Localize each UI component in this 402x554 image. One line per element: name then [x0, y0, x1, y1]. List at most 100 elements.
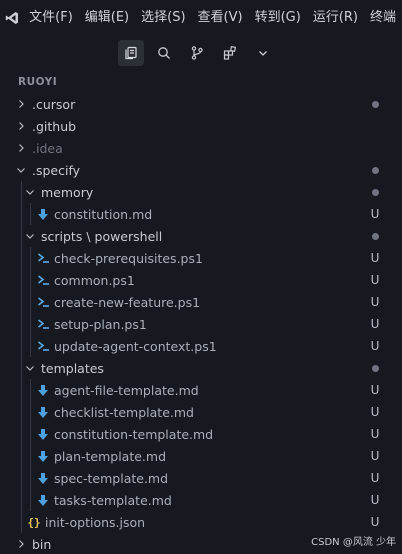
markdown-file-icon [36, 379, 50, 401]
tree-item-label: templates [41, 360, 104, 376]
markdown-file-icon [36, 445, 50, 467]
git-status-badge: U [370, 405, 380, 419]
markdown-file-icon [36, 401, 50, 423]
tree-file[interactable]: checklist-template.md U [0, 401, 402, 423]
chevron-down-icon[interactable] [23, 225, 37, 247]
indent-guide [21, 291, 22, 313]
tree-folder[interactable]: .cursor [0, 93, 402, 115]
tree-item-label: memory [41, 184, 94, 200]
indent-guide [21, 445, 22, 467]
git-status-badge: U [370, 295, 380, 309]
tree-item-label: check-prerequisites.ps1 [54, 250, 203, 266]
source-control-icon[interactable] [184, 40, 210, 66]
menu-go[interactable]: 转到(G) [249, 0, 307, 36]
indent-guide [21, 225, 22, 247]
markdown-file-icon [36, 467, 50, 489]
indent-guide [30, 291, 31, 313]
tree-folder[interactable]: templates [0, 357, 402, 379]
indent-guide [21, 467, 22, 489]
indent-guide [21, 247, 22, 269]
menu-view[interactable]: 查看(V) [192, 0, 249, 36]
json-file-icon: {} [27, 515, 41, 529]
indent-guide [30, 401, 31, 423]
tree-item-label: spec-template.md [54, 470, 169, 486]
indent-guide [21, 335, 22, 357]
tree-item-label: tasks-template.md [54, 492, 172, 508]
indent-guide [30, 445, 31, 467]
tree-folder[interactable]: .github [0, 115, 402, 137]
tree-item-label: .cursor [32, 96, 76, 112]
menu-selection[interactable]: 选择(S) [135, 0, 191, 36]
tree-file[interactable]: update-agent-context.ps1 U [0, 335, 402, 357]
indent-guide [21, 401, 22, 423]
powershell-file-icon [36, 313, 50, 335]
indent-guide [30, 247, 31, 269]
modified-dot-icon [372, 101, 379, 108]
indent-guide [21, 379, 22, 401]
indent-guide [21, 269, 22, 291]
tree-item-label: init-options.json [45, 514, 146, 530]
tree-file[interactable]: setup-plan.ps1 U [0, 313, 402, 335]
indent-guide [21, 203, 22, 225]
extensions-icon[interactable] [217, 40, 243, 66]
tree-file[interactable]: tasks-template.md U [0, 489, 402, 511]
watermark: CSDN @风流 少年 [311, 537, 396, 548]
tree-item-label: agent-file-template.md [54, 382, 199, 398]
git-status-badge: U [370, 383, 380, 397]
menu-run[interactable]: 运行(R) [307, 0, 364, 36]
chevron-right-icon[interactable] [14, 533, 28, 554]
tree-file[interactable]: common.ps1 U [0, 269, 402, 291]
chevron-down-icon[interactable] [250, 40, 276, 66]
chevron-down-icon[interactable] [14, 159, 28, 181]
indent-guide [21, 181, 22, 203]
search-icon[interactable] [151, 40, 177, 66]
git-status-badge: U [370, 339, 380, 353]
indent-guide [30, 379, 31, 401]
git-status-badge: U [370, 251, 380, 265]
menu-file[interactable]: 文件(F) [23, 0, 79, 36]
indent-guide [30, 489, 31, 511]
chevron-right-icon[interactable] [14, 93, 28, 115]
tree-file[interactable]: check-prerequisites.ps1 U [0, 247, 402, 269]
tree-item-label: scripts \ powershell [41, 228, 163, 244]
markdown-file-icon [36, 423, 50, 445]
tree-file[interactable]: {} init-options.json U [0, 511, 402, 533]
modified-dot-icon [372, 233, 379, 240]
chevron-down-icon[interactable] [23, 181, 37, 203]
explorer-section-title[interactable]: RUOYI [0, 72, 402, 92]
vscode-logo-icon[interactable] [0, 0, 23, 36]
modified-dot-icon [372, 189, 379, 196]
tree-file[interactable]: constitution.md U [0, 203, 402, 225]
explorer-icon[interactable] [118, 40, 144, 66]
tree-folder[interactable]: .idea [0, 137, 402, 159]
tree-item-label: .idea [32, 140, 63, 156]
modified-dot-icon [372, 167, 379, 174]
indent-guide [30, 467, 31, 489]
tree-folder[interactable]: .specify [0, 159, 402, 181]
indent-guide [30, 203, 31, 225]
chevron-right-icon[interactable] [14, 115, 28, 137]
tree-item-label: checklist-template.md [54, 404, 194, 420]
git-status-badge: U [370, 515, 380, 529]
indent-guide [21, 423, 22, 445]
tree-file[interactable]: agent-file-template.md U [0, 379, 402, 401]
git-status-badge: U [370, 449, 380, 463]
chevron-right-icon[interactable] [14, 137, 28, 159]
tree-item-label: setup-plan.ps1 [54, 316, 147, 332]
markdown-file-icon [36, 489, 50, 511]
tree-item-label: bin [32, 536, 52, 552]
menu-terminal[interactable]: 终端 [364, 0, 402, 36]
tree-file[interactable]: plan-template.md U [0, 445, 402, 467]
indent-guide [21, 511, 22, 533]
tree-folder[interactable]: scripts \ powershell [0, 225, 402, 247]
indent-guide [30, 423, 31, 445]
chevron-down-icon[interactable] [23, 357, 37, 379]
git-status-badge: U [370, 317, 380, 331]
menu-edit[interactable]: 编辑(E) [79, 0, 135, 36]
git-status-badge: U [370, 493, 380, 507]
tree-file[interactable]: create-new-feature.ps1 U [0, 291, 402, 313]
tree-folder[interactable]: memory [0, 181, 402, 203]
tree-file[interactable]: constitution-template.md U [0, 423, 402, 445]
file-tree: .cursor .github .idea .specify memory constit… [0, 93, 402, 554]
tree-file[interactable]: spec-template.md U [0, 467, 402, 489]
